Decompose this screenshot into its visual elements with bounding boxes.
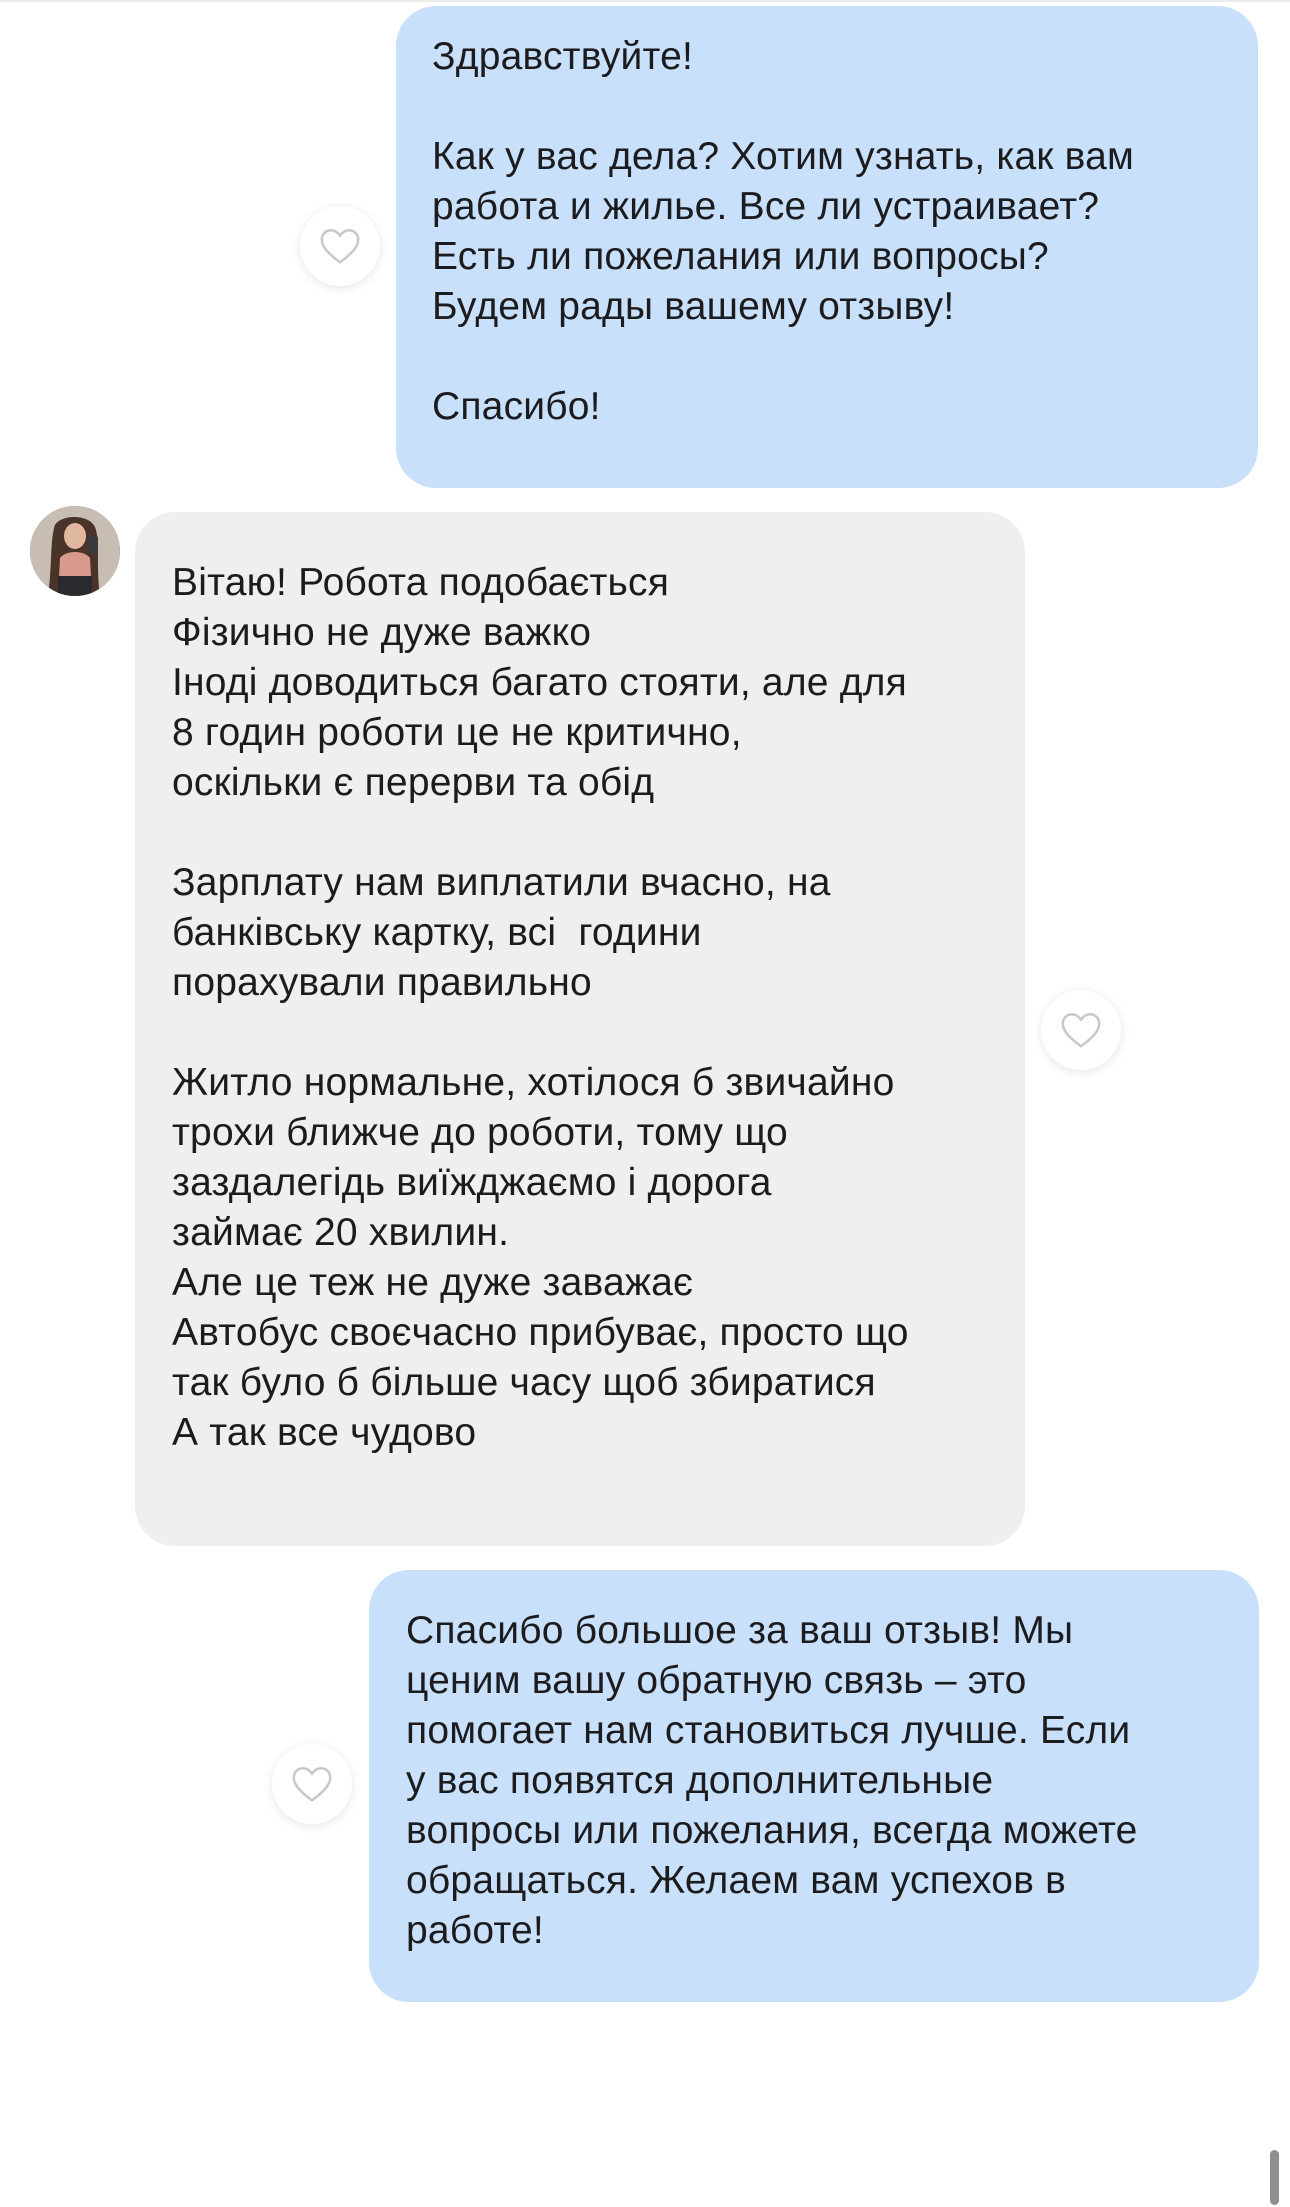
message-line: так було б більше часу щоб збиратися bbox=[172, 1361, 876, 1404]
outgoing-message-bubble[interactable]: Здравствуйте! Как у вас дела? Хотим узна… bbox=[396, 6, 1258, 488]
message-line: Будем рады вашему отзыву! bbox=[432, 285, 955, 328]
message-line: Фізично не дуже важко bbox=[172, 611, 592, 654]
message-line: займає 20 хвилин. bbox=[172, 1211, 510, 1254]
message-line: трохи ближче до роботи, тому що bbox=[172, 1111, 788, 1154]
outgoing-message-bubble[interactable]: Спасибо большое за ваш отзыв! Мы ценим в… bbox=[369, 1570, 1259, 2002]
message-line: Автобус своєчасно прибуває, просто що bbox=[172, 1311, 909, 1354]
message-line: работе! bbox=[406, 1909, 544, 1952]
message-line: работа и жилье. Все ли устраивает? bbox=[432, 185, 1100, 228]
message-line: А так все чудово bbox=[172, 1411, 477, 1454]
message-line: Спасибо большое за ваш отзыв! Мы bbox=[406, 1609, 1074, 1652]
message-line bbox=[432, 82, 1222, 132]
message-line: заздалегідь виїжджаємо і дорога bbox=[172, 1161, 772, 1204]
heart-outline-icon bbox=[292, 1767, 332, 1802]
message-line: вопросы или пожелания, всегда можете bbox=[406, 1809, 1138, 1852]
message-line bbox=[172, 808, 988, 858]
message-line: порахували правильно bbox=[172, 961, 592, 1004]
avatar[interactable] bbox=[30, 506, 120, 596]
message-line bbox=[172, 1008, 988, 1058]
message-line: ценим вашу обратную связь – это bbox=[406, 1659, 1027, 1702]
like-button[interactable] bbox=[1041, 990, 1121, 1070]
contact-avatar-photo bbox=[30, 506, 120, 596]
heart-outline-icon bbox=[1061, 1013, 1101, 1048]
message-line: Вітаю! Робота подобається bbox=[172, 561, 670, 604]
message-line: банківську картку, всі години bbox=[172, 911, 702, 954]
like-button[interactable] bbox=[300, 206, 380, 286]
top-divider bbox=[0, 0, 1290, 2]
message-line: Іноді доводиться багато стояти, але для bbox=[172, 661, 907, 704]
message-line: оскільки є перерви та обід bbox=[172, 761, 655, 804]
message-line: Есть ли пожелания или вопросы? bbox=[432, 235, 1049, 278]
message-line: Как у вас дела? Хотим узнать, как вам bbox=[432, 135, 1135, 178]
message-line: 8 годин роботи це не критично, bbox=[172, 711, 742, 754]
message-line: Житло нормальне, хотілося б звичайно bbox=[172, 1061, 895, 1104]
message-line: Але це теж не дуже заважає bbox=[172, 1261, 694, 1304]
message-line: помогает нам становиться лучше. Если bbox=[406, 1709, 1131, 1752]
message-line: Здравствуйте! bbox=[432, 35, 694, 78]
incoming-message-bubble[interactable]: Вітаю! Робота подобається Фізично не дуж… bbox=[135, 512, 1025, 1546]
message-line: обращаться. Желаем вам успехов в bbox=[406, 1859, 1067, 1902]
scrollbar[interactable] bbox=[1270, 2150, 1279, 2205]
like-button[interactable] bbox=[272, 1744, 352, 1824]
message-line: Зарплату нам виплатили вчасно, на bbox=[172, 861, 831, 904]
message-line: у вас появятся дополнительные bbox=[406, 1759, 994, 1802]
message-line: Спасибо! bbox=[432, 385, 601, 428]
message-line bbox=[432, 332, 1222, 382]
heart-outline-icon bbox=[320, 229, 360, 264]
